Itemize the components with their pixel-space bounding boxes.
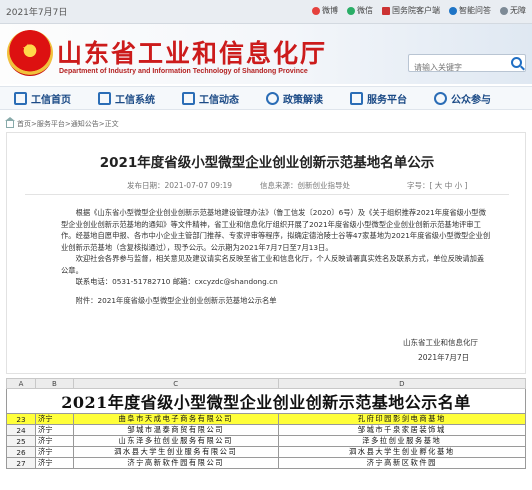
column-header: D (277, 378, 527, 389)
gov-app-link[interactable]: 国务院客户端 (382, 5, 440, 16)
row-base: 济宁高新区软件园 (277, 457, 527, 469)
breadcrumb-home-icon[interactable] (5, 116, 15, 128)
national-emblem-icon: ★ (7, 30, 53, 76)
top-links: 微博 微信 国务院客户端 智能问答 无障 (312, 5, 526, 16)
row-company: 济宁高新软件园有限公司 (72, 457, 279, 469)
row-base: 泽多拉创业服务基地 (277, 435, 527, 447)
service-icon (350, 91, 363, 105)
row-number: 24 (6, 424, 36, 436)
info-source: 信息来源：创新创业指导处 (260, 181, 350, 190)
weibo-link[interactable]: 微博 (312, 5, 338, 16)
attachment-link[interactable]: 附件：2021年度省级小型微型企业创业创新示范基地公示名单 (61, 295, 491, 307)
row-company: 山东泽多拉创业服务有限公司 (72, 435, 279, 447)
signature-org: 山东省工业和信息化厅 (403, 338, 478, 347)
gov-app-icon (382, 6, 390, 15)
nav-home[interactable]: 工信首页 (14, 91, 71, 106)
article-body: 根据《山东省小型微型企业创业创新示范基地建设管理办法》（鲁工信发〔2020〕6号… (61, 207, 491, 306)
paragraph-intro: 根据《山东省小型微型企业创业创新示范基地建设管理办法》（鲁工信发〔2020〕6号… (61, 208, 491, 252)
row-number: 25 (6, 435, 36, 447)
row-company: 邹城市温泰商贸有限公司 (72, 424, 279, 436)
accessibility-link[interactable]: 无障 (500, 5, 526, 16)
column-header: C (72, 378, 279, 389)
nav-public[interactable]: 公众参与 (434, 91, 491, 106)
row-company: 泗水县大学生创业服务有限公司 (72, 446, 279, 458)
nav-news[interactable]: 工信动态 (182, 91, 239, 106)
column-header: A (6, 378, 36, 389)
title-divider (25, 194, 509, 195)
article-title: 2021年度省级小型微型企业创业创新示范基地名单公示 (99, 155, 435, 171)
paragraph-contact: 联系电话：0531-51782710 邮箱：cxcyzdc@shandong.c… (75, 277, 278, 286)
wechat-icon (347, 6, 355, 15)
row-base: 邹城市千泉家居装饰城 (277, 424, 527, 436)
current-date: 2021年7月7日 (6, 8, 68, 18)
column-header-row: A B C D (6, 378, 527, 389)
row-city: 济宁 (34, 446, 74, 458)
column-header: B (34, 378, 74, 389)
building-icon (98, 91, 111, 105)
breadcrumb-text[interactable]: 首页>服务平台>通知公告>正文 (17, 119, 119, 129)
row-number: 27 (6, 457, 36, 469)
search-icon[interactable] (511, 57, 522, 68)
robot-icon (449, 6, 457, 15)
table-row: 25 济宁 山东泽多拉创业服务有限公司 泽多拉创业服务基地 (6, 435, 527, 447)
signature-date: 2021年7月7日 (418, 353, 470, 362)
main-nav: 工信首页 工信系统 工信动态 政策解读 服务平台 公众参与 (0, 86, 532, 110)
nav-system[interactable]: 工信系统 (98, 91, 155, 106)
site-subtitle: Department of Industry and Information T… (59, 68, 308, 75)
smart-qa-link[interactable]: 智能问答 (449, 5, 491, 16)
breadcrumb: 首页>服务平台>通知公告>正文 (5, 116, 119, 129)
nav-policy[interactable]: 政策解读 (266, 91, 323, 106)
row-city: 济宁 (34, 457, 74, 469)
help-icon (500, 6, 508, 15)
row-base: 孔府印园影剑电商基地 (277, 413, 527, 425)
home-icon (14, 91, 27, 105)
weibo-icon (312, 6, 320, 15)
table-row: 24 济宁 邹城市温泰商贸有限公司 邹城市千泉家居装饰城 (6, 424, 527, 436)
policy-icon (266, 91, 279, 105)
table-title-row: 2021年度省级小型微型企业创业创新示范基地公示名单 (6, 388, 526, 414)
search-box[interactable] (408, 54, 526, 76)
row-number: 23 (6, 413, 36, 425)
search-input[interactable] (409, 59, 505, 76)
public-icon (434, 91, 447, 105)
row-city: 济宁 (34, 435, 74, 447)
row-company: 曲阜市天成电子商务有限公司 (72, 413, 279, 425)
table-title: 2021年度省级小型微型企业创业创新示范基地公示名单 (6, 388, 526, 414)
table-row: 23 济宁 曲阜市天成电子商务有限公司 孔府印园影剑电商基地 (6, 413, 527, 425)
attachment-table: A B C D 2021年度省级小型微型企业创业创新示范基地公示名单 23 济宁… (6, 378, 527, 469)
row-number: 26 (6, 446, 36, 458)
site-title[interactable]: 山东省工业和信息化厅 (57, 34, 327, 70)
row-city: 济宁 (34, 424, 74, 436)
top-utility-bar: 2021年7月7日 微博 微信 国务院客户端 智能问答 无障 (0, 0, 532, 24)
table-row: 26 济宁 泗水县大学生创业服务有限公司 泗水县大学生创业孵化基地 (6, 446, 527, 458)
row-city: 济宁 (34, 413, 74, 425)
table-row: 27 济宁 济宁高新软件园有限公司 济宁高新区软件园 (6, 457, 527, 469)
news-icon (182, 91, 195, 105)
wechat-link[interactable]: 微信 (347, 5, 373, 16)
paragraph-supervision: 欢迎社会各界参与监督，相关意见及建议请实名反映至省工业和信息化厅，个人反映请署真… (61, 254, 485, 275)
article-card: 2021年度省级小型微型企业创业创新示范基地名单公示 发布日期：2021-07-… (6, 132, 526, 374)
publish-date: 发布日期：2021-07-07 09:19 (127, 181, 233, 190)
row-base: 泗水县大学生创业孵化基地 (277, 446, 527, 458)
nav-service[interactable]: 服务平台 (350, 91, 407, 106)
font-size-switch[interactable]: 字号：[ 大 中 小 ] (407, 180, 467, 191)
